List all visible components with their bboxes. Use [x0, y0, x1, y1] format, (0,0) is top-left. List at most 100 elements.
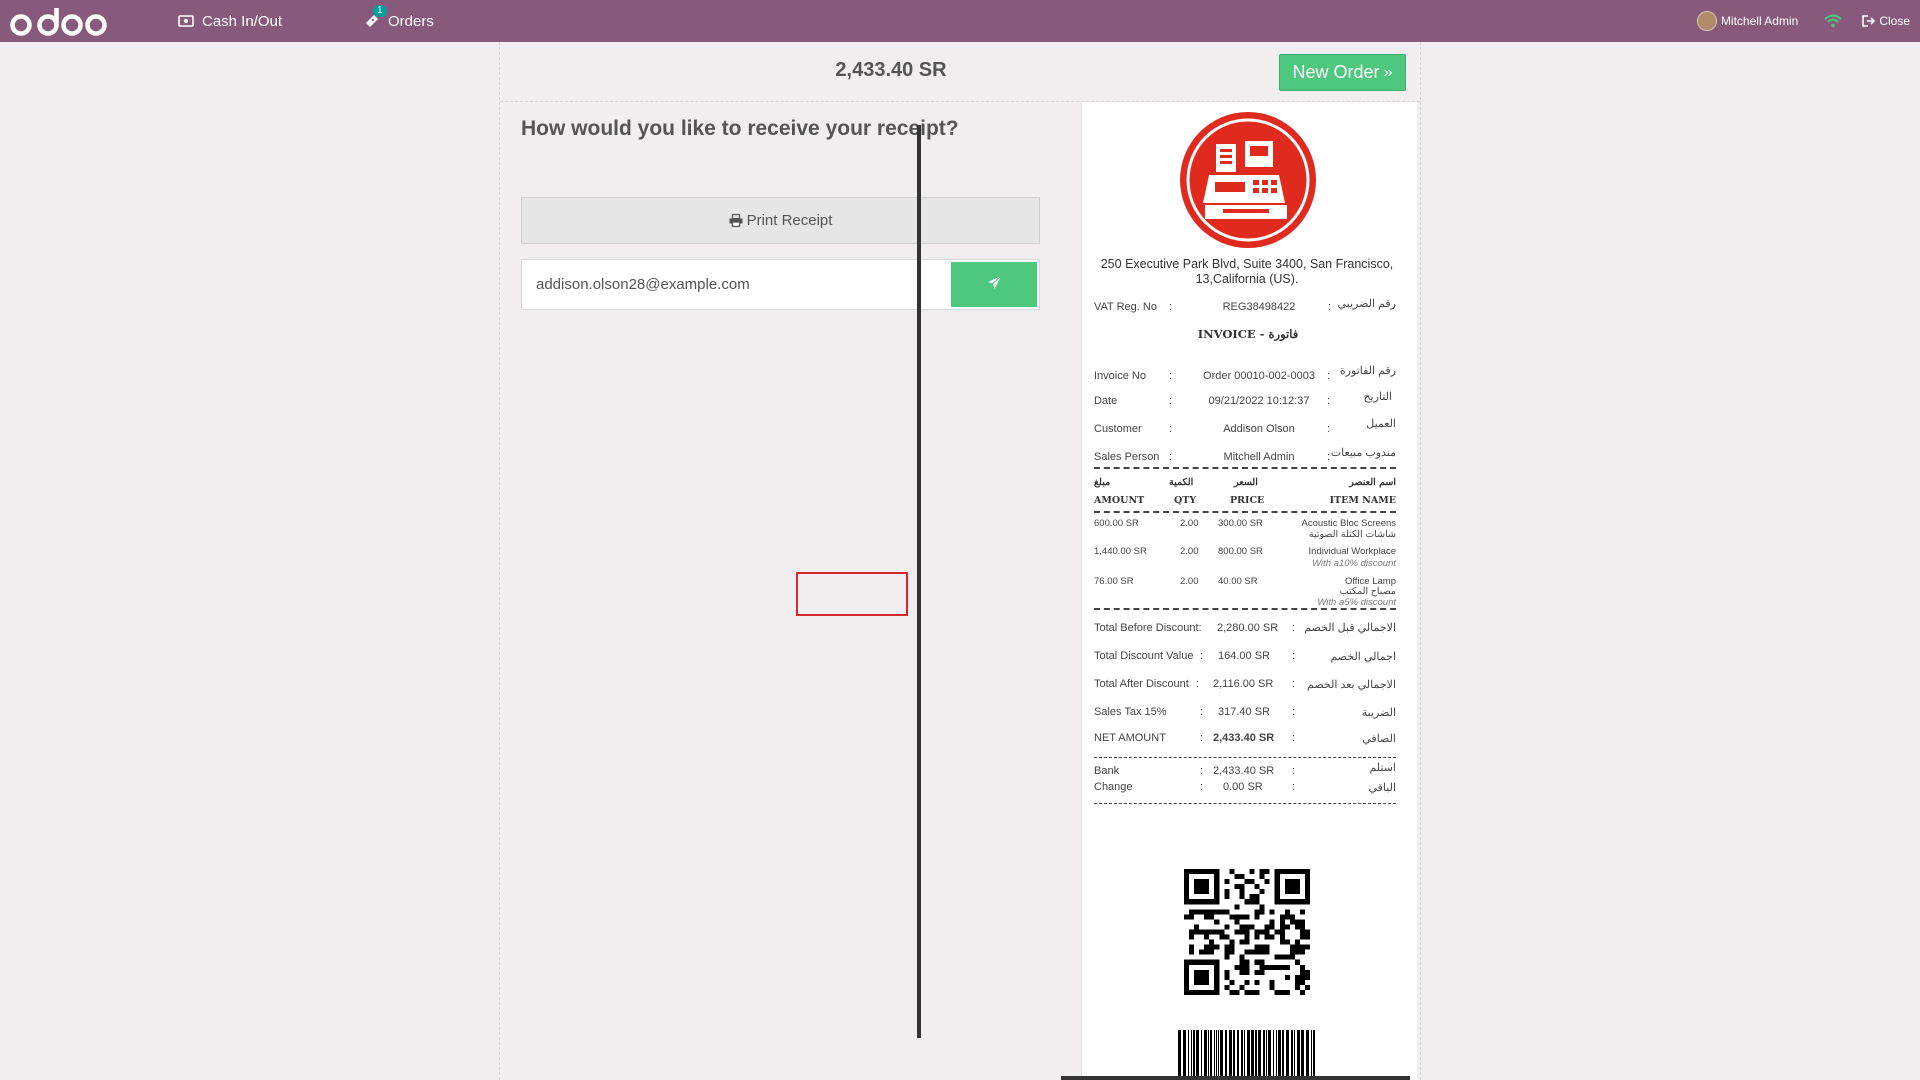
separator: : — [1200, 732, 1204, 744]
paper-plane-icon — [987, 275, 1002, 295]
top-navbar: Cash In/Out 1 Orders Mitchell Admin Clos… — [0, 0, 1920, 42]
amount-header: AMOUNT — [1094, 495, 1145, 506]
close-button[interactable]: Close — [1862, 14, 1910, 28]
line-amount: 600.00 SR — [1094, 518, 1139, 529]
sign-out-icon — [1862, 15, 1876, 27]
line-discount: With a10% discount — [1312, 558, 1396, 569]
total-label-ar: الاجمالي بعد الخصم — [1307, 679, 1396, 691]
receipt-preview: 250 Executive Park Blvd, Suite 3400, San… — [1081, 102, 1417, 1080]
total-row: NET AMOUNT : 2,433.40 SR : الصافي — [1094, 732, 1396, 748]
separator: : — [1327, 423, 1331, 435]
total-label-ar: الصافي — [1362, 733, 1396, 745]
odoo-logo — [8, 3, 112, 39]
vat-label: VAT Reg. No — [1094, 301, 1157, 313]
total-label: Total Before Discount: — [1094, 622, 1202, 634]
price-header: PRICE — [1230, 495, 1265, 506]
vat-row: VAT Reg. No : REG38498422 : رقم الضريبي — [1094, 298, 1396, 317]
receipt-scrollbar[interactable] — [917, 125, 921, 1038]
divider — [1094, 467, 1396, 469]
total-row: Total Before Discount: 2,280.00 SR : الا… — [1094, 622, 1396, 638]
line-name: Individual Workplace — [1308, 546, 1396, 557]
total-label-ar: اجمالي الخصم — [1330, 651, 1396, 663]
invoice-title: INVOICE - فاتورة — [1197, 327, 1299, 341]
payment-value: 2,433.40 SR — [1213, 765, 1275, 777]
info-label: Date — [1094, 395, 1118, 407]
cash-in-out-label: Cash In/Out — [202, 12, 283, 30]
user-menu[interactable]: Mitchell Admin — [1696, 11, 1799, 31]
separator: : — [1292, 678, 1296, 690]
separator: : — [1200, 650, 1204, 662]
line-qty: 2.00 — [1180, 518, 1199, 529]
new-order-button[interactable]: New Order » — [1279, 54, 1406, 91]
line-amount: 76.00 SR — [1094, 576, 1134, 587]
info-value: 09/21/2022 10:12:37 — [1208, 395, 1310, 407]
payment-label: Bank — [1094, 765, 1120, 777]
divider — [1094, 803, 1396, 804]
orders-count-badge: 1 — [373, 5, 387, 17]
info-label: Invoice No — [1094, 370, 1146, 382]
payment-label-ar: استلم — [1369, 762, 1396, 774]
vat-value: REG38498422 — [1222, 301, 1296, 313]
separator: : — [1292, 650, 1296, 662]
email-input[interactable] — [522, 260, 952, 309]
total-label-ar: الاجمالي قبل الخصم — [1304, 622, 1396, 634]
total-row: Sales Tax 15% : 317.40 SR : الضريبة — [1094, 706, 1396, 722]
total-label: Total Discount Value — [1094, 650, 1194, 662]
separator: : — [1292, 706, 1296, 718]
total-label-ar: الضريبة — [1361, 707, 1396, 719]
user-name: Mitchell Admin — [1720, 14, 1799, 28]
separator: : — [1200, 706, 1204, 718]
order-total: 2,433.40 SR — [835, 59, 947, 81]
info-value: Addison Olson — [1223, 423, 1295, 435]
info-value: Mitchell Admin — [1223, 451, 1295, 463]
receipt-question: How would you like to receive your recei… — [521, 117, 959, 140]
total-row: Total Discount Value : 164.00 SR : اجمال… — [1094, 650, 1396, 666]
price-header-ar: السعر — [1234, 477, 1258, 488]
net-amount-value: 2,433.40 SR — [1213, 732, 1275, 744]
info-label-ar: رقم الفاتورة — [1339, 365, 1396, 377]
wifi-icon[interactable] — [1824, 14, 1842, 28]
print-receipt-label: Print Receipt — [746, 212, 833, 229]
line-price: 300.00 SR — [1218, 518, 1263, 529]
payment-row: Bank : 2,433.40 SR : استلم — [1094, 762, 1396, 781]
info-row: Invoice No : Order 00010-002-0003 : رقم … — [1094, 365, 1396, 386]
line-price: 40.00 SR — [1218, 576, 1258, 587]
cash-in-out-button[interactable]: Cash In/Out — [178, 0, 282, 42]
info-value: Order 00010-002-0003 — [1203, 370, 1315, 382]
total-row: Total After Discount : 2,116.00 SR : الا… — [1094, 678, 1396, 694]
separator: : — [1169, 370, 1173, 382]
info-label: Sales Person — [1094, 451, 1160, 463]
total-label: NET AMOUNT — [1094, 732, 1166, 744]
print-receipt-button[interactable]: Print Receipt — [521, 197, 1040, 244]
payment-row: Change : 0.00 SR : الباقي — [1094, 781, 1396, 797]
line-discount: With a5% discount — [1317, 597, 1396, 608]
qty-header: QTY — [1174, 495, 1197, 506]
info-row: Date : 09/21/2022 10:12:37 : التاريخ — [1094, 391, 1396, 411]
info-label-ar: مندوب مبيعات — [1330, 447, 1396, 459]
send-email-button[interactable] — [951, 262, 1037, 307]
payment-value: 0.00 SR — [1223, 781, 1263, 793]
info-label: Customer — [1094, 423, 1142, 435]
total-value: 2,280.00 SR — [1217, 622, 1279, 634]
cash-register-logo — [1180, 112, 1316, 248]
vat-label-ar: رقم الضريبي — [1337, 298, 1396, 310]
new-order-label: New Order — [1292, 62, 1380, 82]
name-header: ITEM NAME — [1329, 495, 1396, 506]
divider — [1094, 757, 1396, 758]
total-value: 2,116.00 SR — [1213, 678, 1274, 690]
amount-header-ar: مبلغ — [1094, 477, 1111, 488]
info-row: Customer : Addison Olson : العميل — [1094, 418, 1396, 439]
separator: : — [1292, 765, 1296, 777]
line-amount: 1,440.00 SR — [1094, 546, 1147, 557]
orders-label: Orders — [388, 12, 434, 30]
divider — [1094, 608, 1396, 610]
separator: : — [1169, 301, 1173, 313]
separator: : — [1200, 765, 1204, 777]
money-icon — [178, 15, 194, 27]
orders-button[interactable]: 1 Orders — [364, 0, 434, 42]
receipt-bottom-edge — [1061, 1076, 1410, 1080]
payment-label-ar: الباقي — [1368, 782, 1396, 794]
avatar — [1696, 11, 1717, 31]
printer-icon — [729, 214, 743, 227]
close-label: Close — [1879, 14, 1910, 28]
